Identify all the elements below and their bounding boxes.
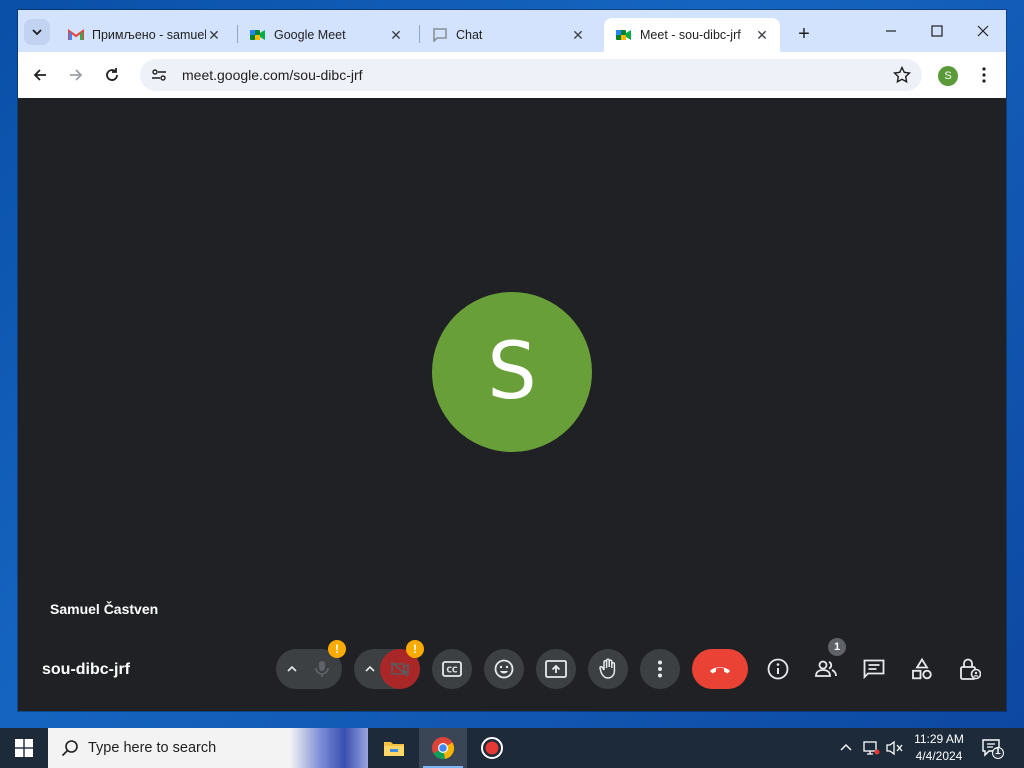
arrow-left-icon bbox=[33, 69, 46, 81]
gmail-icon bbox=[68, 27, 84, 43]
notification-center-button[interactable]: 1 bbox=[980, 736, 1004, 760]
close-tab-icon[interactable]: ✕ bbox=[388, 27, 404, 43]
meet-icon bbox=[250, 27, 266, 43]
emoji-icon bbox=[494, 659, 514, 679]
chrome-taskbar-button[interactable] bbox=[419, 728, 467, 768]
notification-count: 1 bbox=[995, 746, 1001, 757]
arrow-right-icon bbox=[70, 69, 83, 81]
close-window-button[interactable] bbox=[960, 16, 1006, 46]
chevron-up-icon bbox=[840, 744, 852, 751]
tab-title: Chat bbox=[456, 28, 483, 42]
tab-meet-active[interactable]: Meet - sou-dibc-jrf ✕ bbox=[604, 18, 780, 52]
activities-button[interactable] bbox=[902, 649, 942, 689]
microphone-icon bbox=[315, 661, 329, 677]
participant-avatar: S bbox=[432, 292, 592, 452]
tab-title: Google Meet bbox=[274, 28, 346, 42]
reload-icon bbox=[106, 68, 118, 81]
volume-tray-button[interactable] bbox=[884, 728, 904, 768]
chat-icon bbox=[432, 27, 448, 43]
tab-title: Meet - sou-dibc-jrf bbox=[640, 28, 741, 42]
folder-icon bbox=[384, 742, 404, 756]
file-explorer-taskbar-button[interactable] bbox=[370, 728, 418, 768]
activities-shapes-icon bbox=[912, 658, 932, 680]
more-options-button[interactable] bbox=[640, 649, 680, 689]
meeting-code: sou-dibc-jrf bbox=[42, 661, 130, 678]
speaker-muted-icon bbox=[886, 740, 903, 756]
address-bar[interactable]: meet.google.com/sou-dibc-jrf bbox=[140, 59, 922, 91]
minimize-button[interactable] bbox=[868, 16, 914, 46]
show-hidden-icons-button[interactable] bbox=[836, 728, 856, 768]
hand-icon bbox=[599, 658, 616, 679]
tab-title: Примљено - samuel bbox=[92, 28, 206, 42]
more-vert-icon bbox=[658, 660, 662, 678]
tab-search-button[interactable] bbox=[24, 19, 50, 45]
svg-text:CC: CC bbox=[446, 666, 458, 675]
taskbar: Type here to search 11:29 AM 4/4/2024 1 bbox=[0, 728, 1024, 768]
new-tab-button[interactable]: + bbox=[792, 22, 816, 46]
chevron-down-icon bbox=[32, 29, 42, 36]
start-button[interactable] bbox=[0, 728, 48, 768]
leave-call-button[interactable] bbox=[692, 649, 748, 689]
forward-button[interactable] bbox=[64, 63, 88, 87]
recorder-taskbar-button[interactable] bbox=[468, 728, 516, 768]
browser-toolbar: meet.google.com/sou-dibc-jrf S bbox=[18, 52, 1006, 98]
profile-avatar[interactable]: S bbox=[938, 66, 958, 86]
camera-off-icon bbox=[390, 661, 409, 677]
taskbar-clock[interactable]: 11:29 AM 4/4/2024 bbox=[904, 731, 974, 765]
chrome-icon bbox=[432, 737, 455, 760]
present-screen-icon bbox=[545, 660, 567, 678]
raise-hand-button[interactable] bbox=[588, 649, 628, 689]
record-icon bbox=[481, 737, 503, 759]
tab-gmail[interactable]: Примљено - samuel ✕ bbox=[56, 18, 232, 52]
present-screen-button[interactable] bbox=[536, 649, 576, 689]
camera-warning-badge: ! bbox=[406, 640, 424, 658]
search-icon bbox=[60, 738, 80, 758]
network-icon bbox=[863, 741, 880, 755]
tab-strip: Примљено - samuel ✕ Google Meet ✕ Chat ✕… bbox=[18, 10, 1006, 52]
chat-icon bbox=[863, 659, 885, 679]
more-vert-icon bbox=[982, 67, 986, 83]
windows-logo-icon bbox=[15, 739, 33, 757]
clock-date: 4/4/2024 bbox=[915, 749, 963, 763]
close-tab-icon[interactable]: ✕ bbox=[754, 27, 770, 43]
chevron-up-icon bbox=[365, 665, 375, 672]
info-icon bbox=[767, 658, 789, 680]
close-tab-icon[interactable]: ✕ bbox=[570, 27, 586, 43]
meeting-details-button[interactable] bbox=[758, 649, 798, 689]
search-placeholder: Type here to search bbox=[88, 740, 217, 756]
meet-icon bbox=[616, 27, 632, 43]
taskbar-search-box[interactable]: Type here to search bbox=[48, 728, 368, 768]
reload-button[interactable] bbox=[100, 63, 124, 87]
lock-person-icon bbox=[960, 658, 981, 680]
site-settings-icon[interactable] bbox=[150, 66, 168, 84]
maximize-button[interactable] bbox=[914, 16, 960, 46]
meet-stage: S Samuel Častven sou-dibc-jrf ! ! CC 1 bbox=[18, 98, 1006, 711]
maximize-icon bbox=[931, 25, 943, 37]
tab-google-meet[interactable]: Google Meet ✕ bbox=[238, 18, 414, 52]
minimize-icon bbox=[886, 30, 896, 32]
host-controls-button[interactable] bbox=[950, 649, 990, 689]
reactions-button[interactable] bbox=[484, 649, 524, 689]
people-button[interactable] bbox=[806, 649, 846, 689]
clock-time: 11:29 AM bbox=[914, 732, 964, 746]
url-text: meet.google.com/sou-dibc-jrf bbox=[182, 67, 363, 83]
chat-button[interactable] bbox=[854, 649, 894, 689]
back-button[interactable] bbox=[28, 63, 52, 87]
close-tab-icon[interactable]: ✕ bbox=[206, 27, 222, 43]
participant-name: Samuel Častven bbox=[50, 601, 159, 617]
captions-button[interactable]: CC bbox=[432, 649, 472, 689]
search-highlight-image bbox=[290, 728, 368, 768]
closed-captions-icon: CC bbox=[442, 661, 462, 677]
browser-window: Примљено - samuel ✕ Google Meet ✕ Chat ✕… bbox=[18, 10, 1006, 711]
bookmark-star-icon[interactable] bbox=[892, 65, 912, 85]
network-tray-button[interactable] bbox=[860, 728, 882, 768]
browser-menu-button[interactable] bbox=[974, 64, 994, 86]
mic-warning-badge: ! bbox=[328, 640, 346, 658]
desktop-background bbox=[0, 120, 18, 180]
hang-up-icon bbox=[710, 667, 730, 674]
tab-chat[interactable]: Chat ✕ bbox=[420, 18, 596, 52]
chevron-up-icon bbox=[287, 665, 297, 672]
close-icon bbox=[977, 25, 989, 37]
people-icon bbox=[815, 660, 837, 677]
